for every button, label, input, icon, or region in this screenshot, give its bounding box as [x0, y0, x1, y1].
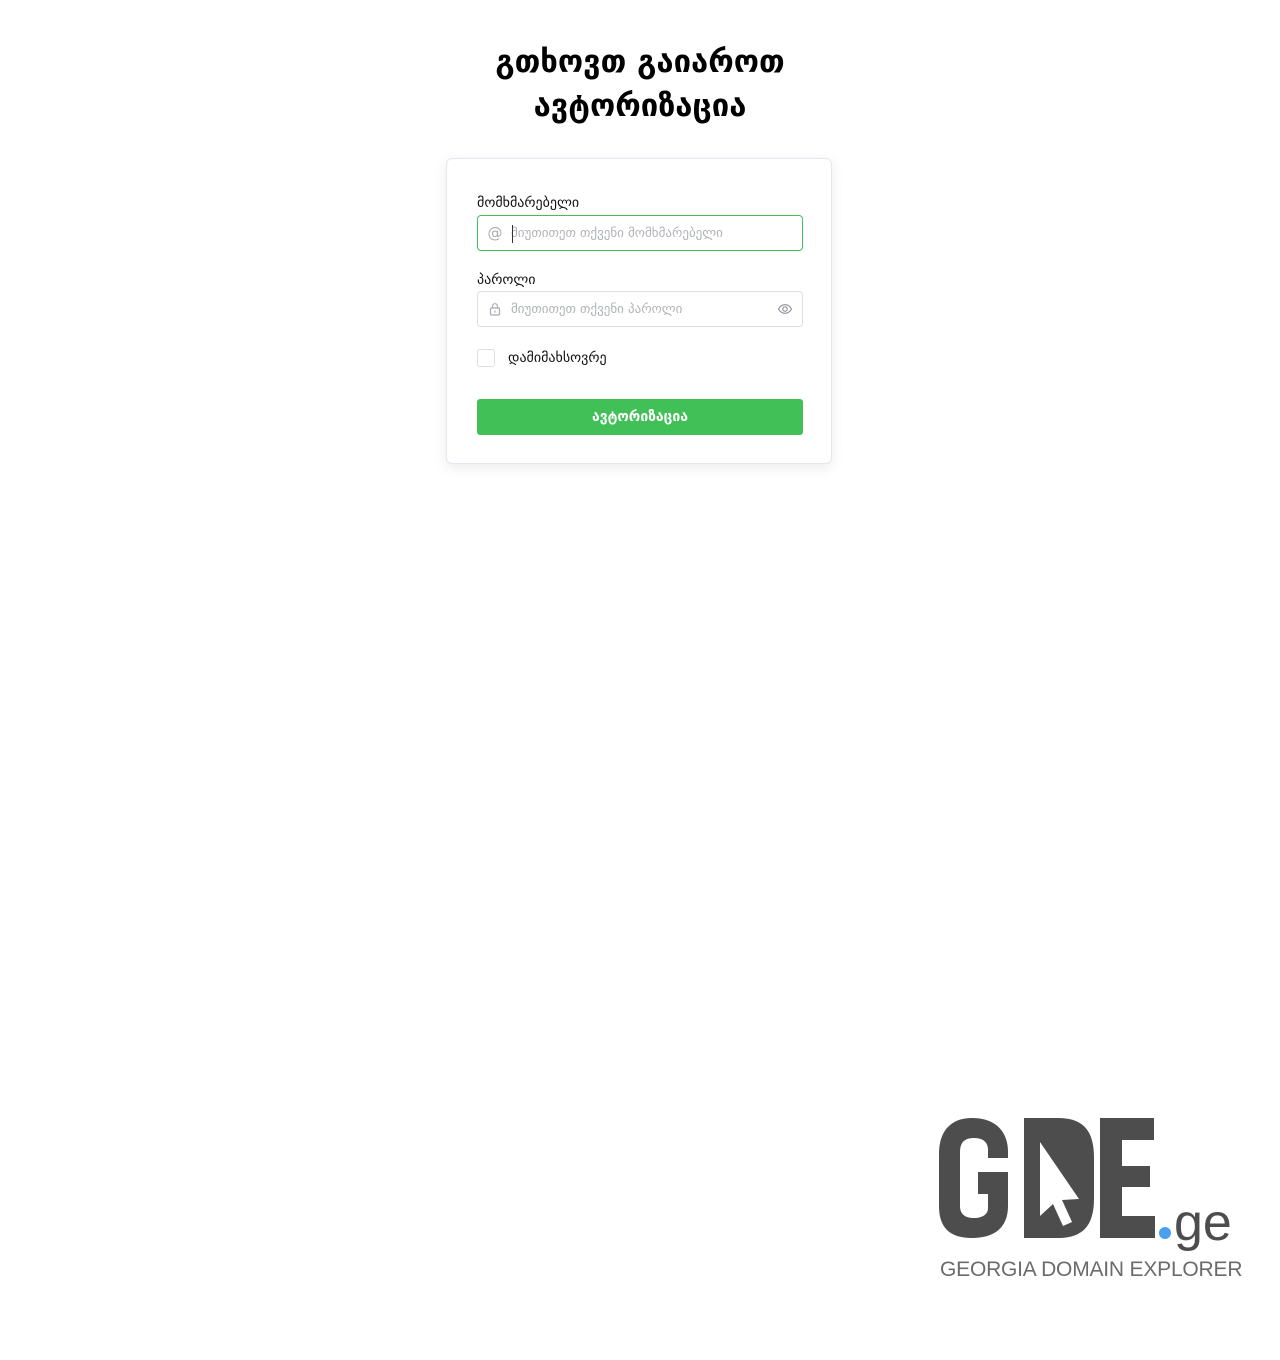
logo-tagline: GEORGIA DOMAIN EXPLORER — [940, 1258, 1243, 1281]
page-title-line-1: გთხოვთ გაიაროთ — [495, 44, 785, 80]
remember-label: დამიმახსოვრე — [508, 350, 607, 366]
login-button[interactable]: ავტორიზაცია — [477, 399, 803, 435]
password-label: პაროლი — [477, 272, 536, 288]
password-input[interactable] — [511, 292, 761, 326]
eye-icon[interactable] — [777, 301, 793, 317]
page-title-line-2: ავტორიზაცია — [533, 88, 747, 124]
gde-logo-mark: ge — [939, 1118, 1232, 1252]
at-icon: @ — [487, 224, 503, 242]
gde-logo: ge GEORGIA DOMAIN EXPLORER — [936, 1114, 1243, 1284]
username-label: მომხმარებელი — [477, 195, 580, 211]
lock-icon — [487, 301, 503, 317]
remember-checkbox[interactable] — [477, 349, 495, 367]
password-field[interactable] — [477, 291, 803, 327]
text-cursor — [512, 225, 513, 243]
username-field[interactable]: @ — [477, 215, 803, 251]
page-title: გთხოვთ გაიაროთ ავტორიზაცია — [0, 40, 1280, 128]
login-page: გთხოვთ გაიაროთ ავტორიზაცია მომხმარებელი … — [0, 0, 1280, 1360]
username-input[interactable] — [511, 216, 761, 250]
login-card: მომხმარებელი @ პაროლი — [446, 158, 832, 464]
logo-tld: ge — [1174, 1194, 1232, 1252]
remember-me[interactable]: დამიმახსოვრე — [477, 347, 607, 369]
